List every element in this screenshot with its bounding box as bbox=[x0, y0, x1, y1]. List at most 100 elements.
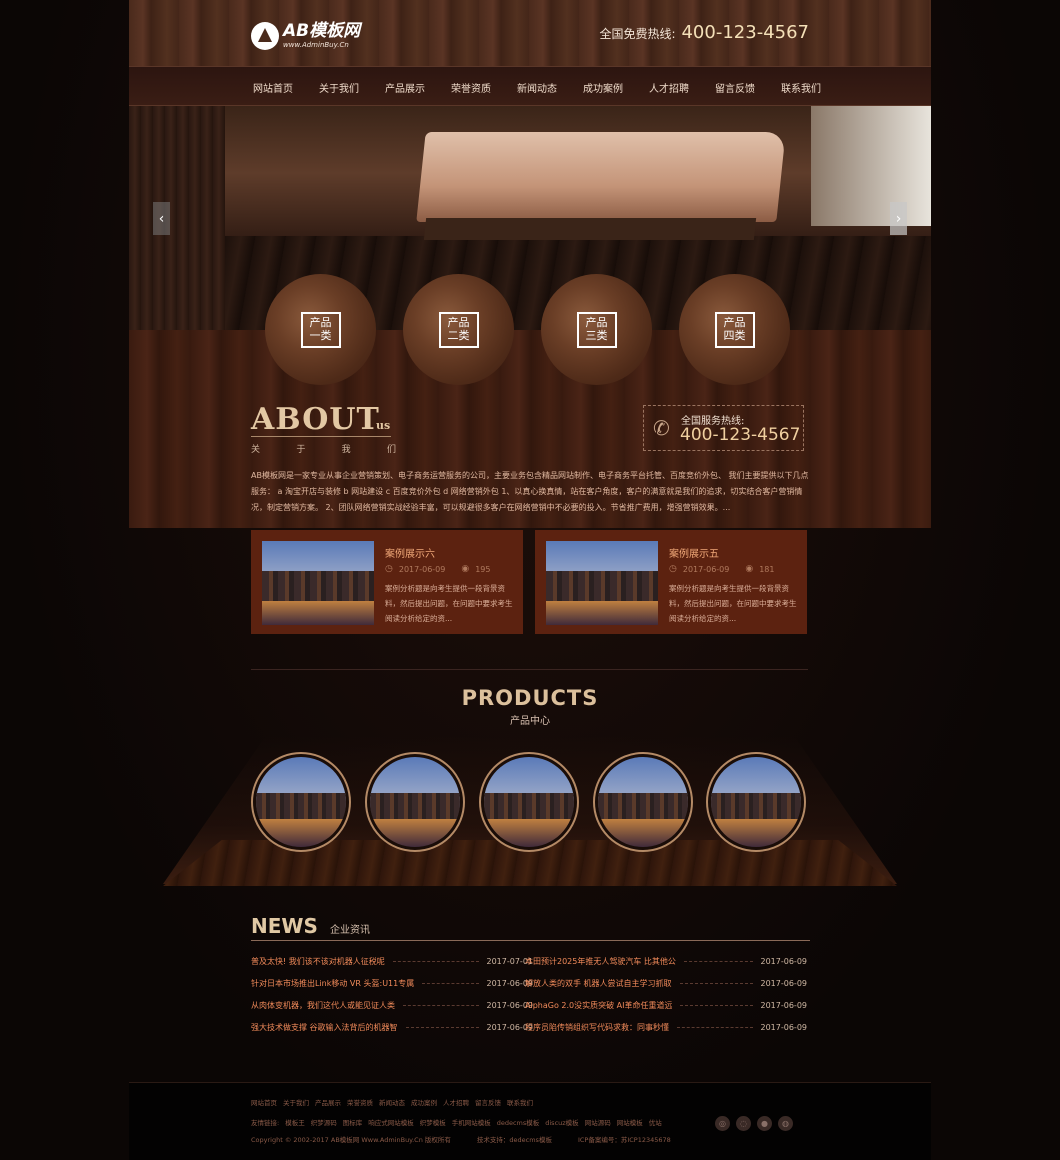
case-date: 2017-06-09 bbox=[398, 564, 446, 574]
nav-item-cases[interactable]: 成功案例 bbox=[583, 80, 623, 95]
footer-icp: ICP备案编号：苏ICP12345678 bbox=[577, 1136, 671, 1144]
product-item[interactable] bbox=[251, 752, 351, 852]
news-item[interactable]: 本田预计2025年推无人驾驶汽车 比其他公 2017-06-09 bbox=[525, 950, 807, 972]
news-item-date: 2017-06-09 bbox=[760, 978, 808, 988]
footer-nav-item[interactable]: 关于我们 bbox=[283, 1097, 309, 1107]
news-item[interactable]: 从肉体变机器，我们这代人或能见证人类 2017-06-09 bbox=[251, 994, 533, 1016]
about-hotline-number: 400-123-4567 bbox=[680, 425, 801, 445]
news-item[interactable]: AlphaGo 2.0没实质突破 AI革命任重道远 2017-06-09 bbox=[525, 994, 807, 1016]
category-circle[interactable]: 产品二类 bbox=[403, 274, 514, 385]
nav-item-honors[interactable]: 荣誉资质 bbox=[451, 80, 491, 95]
news-item[interactable]: 强大技术做支撑 谷歌输入法背后的机器智 2017-06-09 bbox=[251, 1016, 533, 1038]
case-image[interactable] bbox=[262, 541, 374, 625]
header: AB模板网 www.AdminBuy.Cn 全国免费热线: 400-123-45… bbox=[129, 0, 931, 66]
about-subtitle-char: 我 bbox=[341, 445, 351, 455]
footer-nav-item[interactable]: 联系我们 bbox=[507, 1097, 533, 1107]
footer-nav-item[interactable]: 留言反馈 bbox=[475, 1097, 501, 1107]
footer-copyright: Copyright © 2002-2017 AB模板网 Www.AdminBuy… bbox=[251, 1136, 451, 1144]
footer-social: ◎ ◌ ● ◍ bbox=[715, 1116, 799, 1131]
nav-item-home[interactable]: 网站首页 bbox=[253, 80, 293, 95]
case-image[interactable] bbox=[546, 541, 658, 625]
footer-link[interactable]: 响应式网站模板 bbox=[368, 1117, 414, 1127]
news-item-title[interactable]: 普及太快! 我们该不该对机器人征税呢 bbox=[251, 956, 385, 967]
product-item[interactable] bbox=[365, 752, 465, 852]
footer-nav-item[interactable]: 网站首页 bbox=[251, 1097, 277, 1107]
footer-link[interactable]: 优站 bbox=[649, 1117, 662, 1127]
banner-bed bbox=[416, 132, 786, 222]
news-list-left: 普及太快! 我们该不该对机器人征税呢 2017-07-01 针对日本市场推出Lin… bbox=[251, 950, 533, 1038]
about-text: AB模板网是一家专业从事企业营销策划、电子商务运营服务的公司，主要业务包含精品网… bbox=[251, 471, 809, 512]
news-item[interactable]: 针对日本市场推出Link移动 VR 头盔:U11专属 2017-06-09 bbox=[251, 972, 533, 994]
nav-item-products[interactable]: 产品展示 bbox=[385, 80, 425, 95]
footer-nav-item[interactable]: 荣誉资质 bbox=[347, 1097, 373, 1107]
news-item-date: 2017-06-09 bbox=[760, 1022, 808, 1032]
footer-link[interactable]: 图标库 bbox=[343, 1117, 363, 1127]
footer-nav-item[interactable]: 成功案例 bbox=[411, 1097, 437, 1107]
qq-icon[interactable]: ◍ bbox=[778, 1116, 793, 1131]
footer-link[interactable]: 模板王 bbox=[285, 1117, 305, 1127]
news-item[interactable]: 解放人类的双手 机器人尝试自主学习抓取 2017-06-09 bbox=[525, 972, 807, 994]
news-item[interactable]: 普及太快! 我们该不该对机器人征税呢 2017-07-01 bbox=[251, 950, 533, 972]
footer-nav-item[interactable]: 人才招聘 bbox=[443, 1097, 469, 1107]
logo-icon bbox=[251, 22, 279, 50]
category-label: 产品一类 bbox=[309, 315, 332, 342]
logo-title: AB模板网 bbox=[283, 21, 361, 41]
clock-icon: ◷ bbox=[669, 564, 677, 574]
footer-link[interactable]: 织梦源码 bbox=[311, 1117, 337, 1127]
products-title: PRODUCTS bbox=[461, 686, 599, 710]
case-views: 195 bbox=[475, 564, 491, 574]
footer-link[interactable]: 网站模板 bbox=[617, 1117, 643, 1127]
product-item[interactable] bbox=[593, 752, 693, 852]
news-item-title[interactable]: 从肉体变机器，我们这代人或能见证人类 bbox=[251, 1000, 395, 1011]
footer-link[interactable]: dedecms模板 bbox=[497, 1117, 540, 1127]
products-divider bbox=[251, 669, 808, 670]
footer-support: 技术支持：dedecms模板 bbox=[476, 1136, 552, 1144]
case-views: 181 bbox=[759, 564, 775, 574]
news-item-title[interactable]: 针对日本市场推出Link移动 VR 头盔:U11专属 bbox=[251, 978, 414, 989]
nav-item-feedback[interactable]: 留言反馈 bbox=[715, 80, 755, 95]
category-circle[interactable]: 产品三类 bbox=[541, 274, 652, 385]
nav-item-news[interactable]: 新闻动态 bbox=[517, 80, 557, 95]
news-item-title[interactable]: 解放人类的双手 机器人尝试自主学习抓取 bbox=[525, 978, 672, 989]
chevron-right-icon[interactable]: › bbox=[890, 202, 907, 235]
products-subtitle: 产品中心 bbox=[510, 716, 550, 727]
news-item-title[interactable]: 强大技术做支撑 谷歌输入法背后的机器智 bbox=[251, 1022, 398, 1033]
news-subtitle: 企业资讯 bbox=[330, 925, 370, 936]
wechat-icon[interactable]: ● bbox=[757, 1116, 772, 1131]
case-card[interactable]: 案例展示五 ◷ 2017-06-09 ◉ 181 案例分析题是向考生提供一段背景… bbox=[535, 530, 807, 634]
news-item-title[interactable]: 程序员陷传销组织写代码求救：同事秒懂 bbox=[525, 1022, 669, 1033]
banner-bed-base bbox=[423, 218, 757, 240]
about-subtitle: 关 于 我 们 bbox=[251, 442, 396, 455]
case-title[interactable]: 案例展示五 bbox=[669, 545, 719, 560]
news-item-title[interactable]: AlphaGo 2.0没实质突破 AI革命任重道远 bbox=[525, 1000, 672, 1011]
case-card[interactable]: 案例展示六 ◷ 2017-06-09 ◉ 195 案例分析题是向考生提供一段背景… bbox=[251, 530, 523, 634]
about-divider bbox=[251, 436, 391, 437]
case-title[interactable]: 案例展示六 bbox=[385, 545, 435, 560]
chevron-left-icon[interactable]: ‹ bbox=[153, 202, 170, 235]
nav-item-contact[interactable]: 联系我们 bbox=[781, 80, 821, 95]
footer-nav-item[interactable]: 新闻动态 bbox=[379, 1097, 405, 1107]
weibo-icon[interactable]: ◎ bbox=[715, 1116, 730, 1131]
news-item[interactable]: 程序员陷传销组织写代码求救：同事秒懂 2017-06-09 bbox=[525, 1016, 807, 1038]
product-item[interactable] bbox=[706, 752, 806, 852]
header-hotline-number: 400-123-4567 bbox=[681, 22, 809, 43]
footer-link[interactable]: 织梦模板 bbox=[420, 1117, 446, 1127]
tencent-weibo-icon[interactable]: ◌ bbox=[736, 1116, 751, 1131]
logo[interactable]: AB模板网 www.AdminBuy.Cn bbox=[251, 20, 360, 52]
footer-link[interactable]: 网站源码 bbox=[585, 1117, 611, 1127]
category-circle[interactable]: 产品一类 bbox=[265, 274, 376, 385]
footer-link[interactable]: 手机网站模板 bbox=[452, 1117, 491, 1127]
about-title-suffix: us bbox=[376, 419, 391, 432]
news-item-date: 2017-06-09 bbox=[760, 1000, 808, 1010]
category-circle[interactable]: 产品四类 bbox=[679, 274, 790, 385]
header-hotline: 全国免费热线: 400-123-4567 bbox=[599, 22, 809, 43]
page: AB模板网 www.AdminBuy.Cn 全国免费热线: 400-123-45… bbox=[0, 0, 1060, 1160]
footer-link[interactable]: discuz模板 bbox=[545, 1117, 578, 1127]
nav-item-about[interactable]: 关于我们 bbox=[319, 80, 359, 95]
phone-icon: ✆ bbox=[653, 416, 670, 440]
news-item-title[interactable]: 本田预计2025年推无人驾驶汽车 比其他公 bbox=[525, 956, 676, 967]
footer-nav-item[interactable]: 产品展示 bbox=[315, 1097, 341, 1107]
about-title: ABOUT bbox=[251, 402, 380, 437]
product-item[interactable] bbox=[479, 752, 579, 852]
nav-item-jobs[interactable]: 人才招聘 bbox=[649, 80, 689, 95]
